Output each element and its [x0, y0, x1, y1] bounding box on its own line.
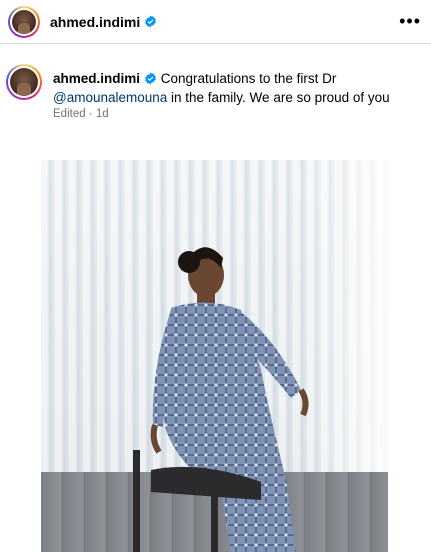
verified-badge-icon: [145, 72, 156, 85]
photo-seated-woman: [150, 247, 309, 552]
profile-picture: [12, 9, 36, 34]
profile-picture: [10, 68, 38, 96]
comment-text-before: Congratulations to the first Dr: [160, 71, 337, 86]
header-avatar[interactable]: [8, 5, 40, 38]
more-options-icon[interactable]: •••: [399, 12, 421, 30]
comment-username[interactable]: ahmed.indimi: [53, 71, 140, 86]
comment-text-after: in the family. We are so proud of you: [167, 90, 390, 105]
verified-badge-icon: [145, 15, 157, 28]
mention-link[interactable]: @amounalemouna: [53, 90, 167, 105]
comment-text: ahmed.indimi Congratulations to the firs…: [53, 69, 425, 107]
post-header: ahmed.indimi •••: [0, 0, 431, 44]
header-username[interactable]: ahmed.indimi: [50, 14, 140, 30]
post-photo[interactable]: [41, 160, 388, 552]
comment-meta: Edited · 1d: [53, 108, 109, 120]
comment-avatar[interactable]: [6, 64, 42, 100]
